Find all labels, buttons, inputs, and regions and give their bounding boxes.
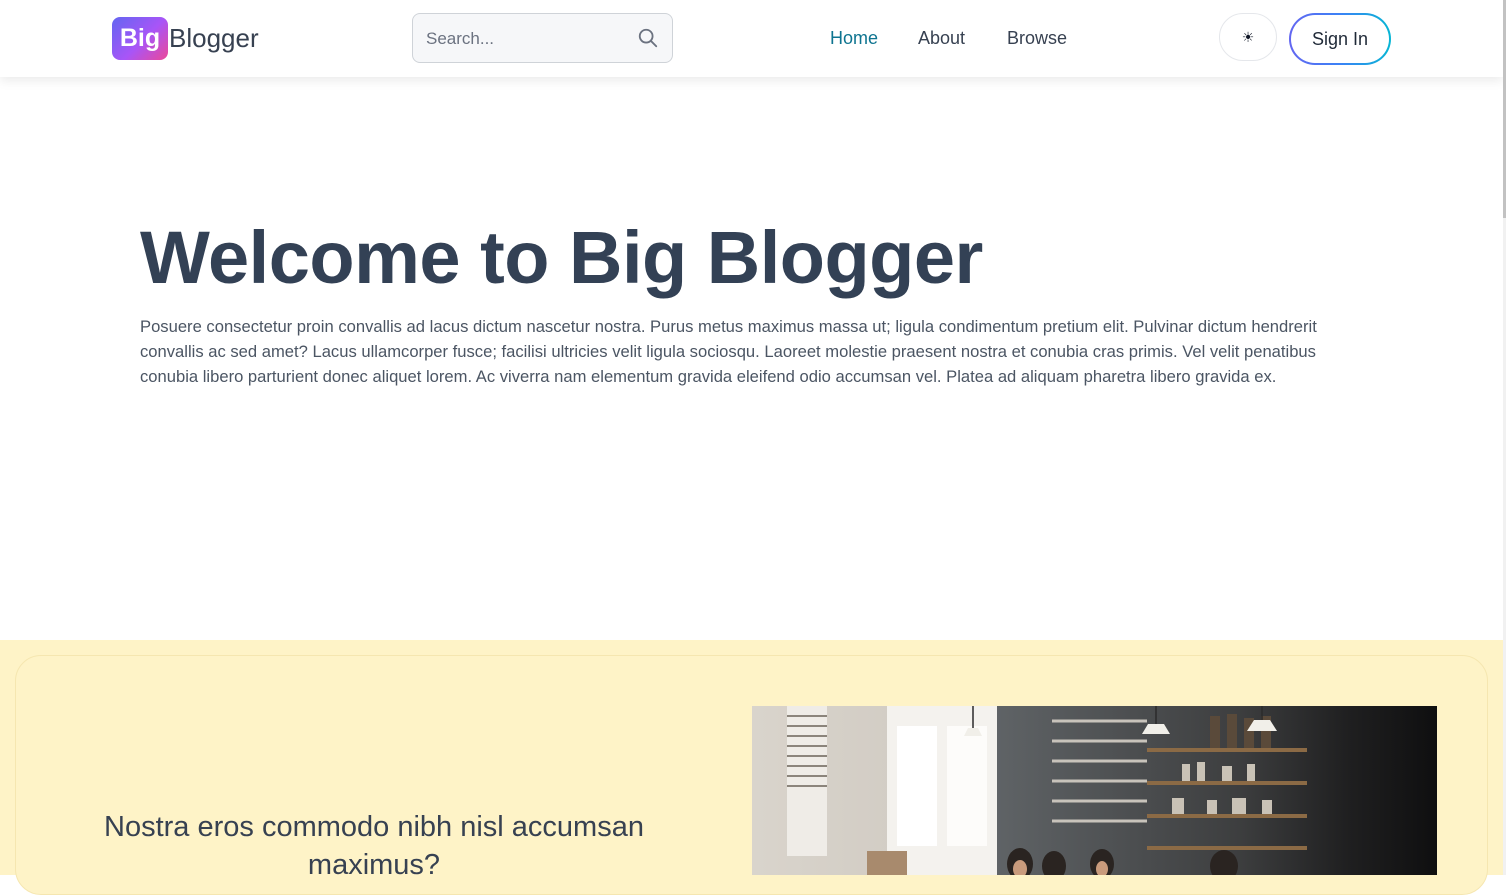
page-title: Welcome to Big Blogger (140, 216, 983, 299)
nav-browse[interactable]: Browse (1007, 28, 1067, 49)
nav-home[interactable]: Home (830, 28, 878, 49)
logo-badge: Big (112, 17, 168, 60)
sun-icon: ☀ (1241, 28, 1255, 45)
sign-in-button[interactable]: Sign In (1289, 13, 1391, 65)
logo[interactable]: Big Blogger (112, 17, 259, 60)
cafe-photo (752, 706, 1437, 875)
cafe-photo-illustration (752, 706, 1437, 875)
theme-toggle-button[interactable]: ☀ (1219, 13, 1277, 61)
feature-heading: Nostra eros commodo nibh nisl accumsan m… (104, 811, 644, 881)
search-icon[interactable] (637, 27, 659, 49)
search-input[interactable] (413, 14, 638, 64)
top-navbar: Big Blogger Home About Browse ☀ Sign In (0, 0, 1503, 77)
sign-in-label: Sign In (1291, 15, 1389, 63)
search-box (412, 13, 673, 64)
logo-text: Blogger (169, 23, 259, 53)
hero-description: Posuere consectetur proin convallis ad l… (140, 317, 1317, 386)
nav-about[interactable]: About (918, 28, 965, 49)
